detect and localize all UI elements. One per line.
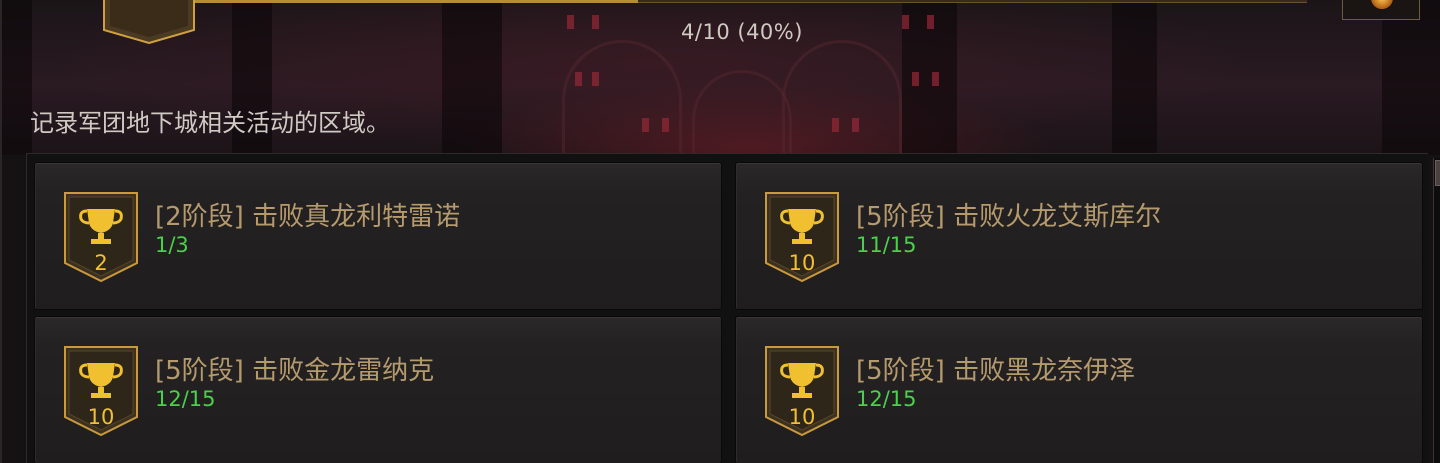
badge-value: 10 xyxy=(788,251,816,275)
achievement-card[interactable]: 2 [2阶段] 击败真龙利特雷诺 1/3 xyxy=(34,162,722,310)
achievement-progress: 11/15 xyxy=(856,233,917,257)
achievement-progress: 1/3 xyxy=(155,233,189,257)
achievement-progress: 12/15 xyxy=(856,387,917,411)
achievement-title: [5阶段] 击败火龙艾斯库尔 xyxy=(856,202,1162,232)
achievement-window: 4/10 (40%) 记录军团地下城相关活动的区域。 2 [2阶段] 击败真龙利… xyxy=(0,0,1440,463)
overall-progress-fill xyxy=(192,0,638,3)
trophy-badge-icon xyxy=(103,0,195,44)
category-description: 记录军团地下城相关活动的区域。 xyxy=(30,109,390,137)
achievement-title: [5阶段] 击败黑龙奈伊泽 xyxy=(856,356,1136,386)
overall-progress-bar xyxy=(192,0,1307,3)
list-scrollbar[interactable] xyxy=(1433,158,1440,463)
achievement-card[interactable]: 10 [5阶段] 击败火龙艾斯库尔 11/15 xyxy=(735,162,1423,310)
overall-progress-text: 4/10 (40%) xyxy=(681,20,803,44)
achievement-title: [2阶段] 击败真龙利特雷诺 xyxy=(155,202,461,232)
achievement-title: [5阶段] 击败金龙雷纳克 xyxy=(155,356,435,386)
badge-value: 2 xyxy=(94,251,108,275)
reward-gem-icon xyxy=(1371,0,1393,9)
achievement-card[interactable]: 10 [5阶段] 击败金龙雷纳克 12/15 xyxy=(34,316,722,463)
badge-value: 10 xyxy=(788,405,816,429)
achievement-progress: 12/15 xyxy=(155,387,216,411)
scrollbar-thumb[interactable] xyxy=(1435,160,1440,186)
corner-reward-button[interactable] xyxy=(1342,0,1420,20)
achievement-card[interactable]: 10 [5阶段] 击败黑龙奈伊泽 12/15 xyxy=(735,316,1423,463)
badge-value: 10 xyxy=(87,405,115,429)
